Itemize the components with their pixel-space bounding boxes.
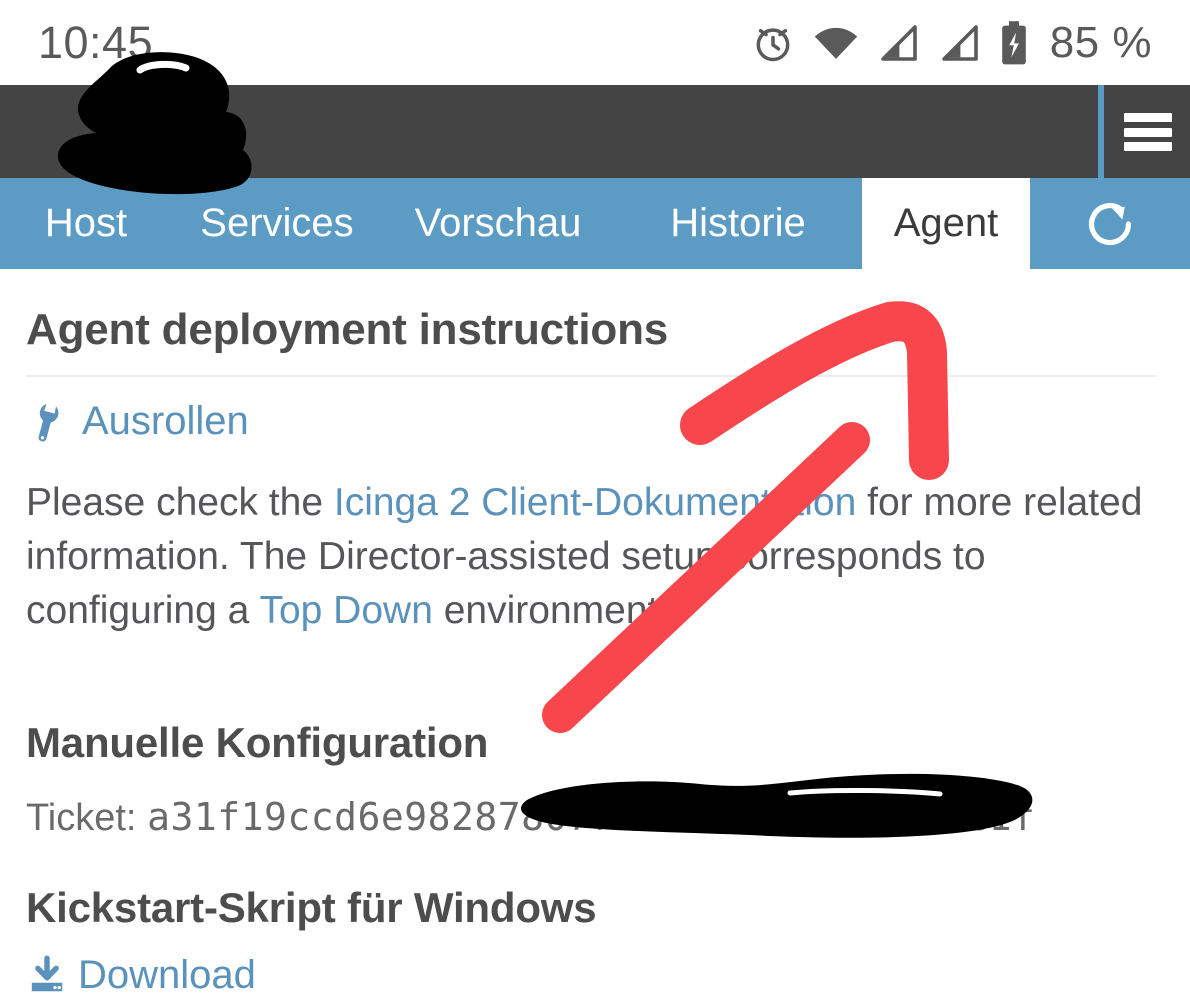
paragraph-text-3: environment. <box>432 589 670 632</box>
tab-host[interactable]: Host <box>0 178 172 269</box>
tab-vorschau[interactable]: Vorschau <box>382 178 614 269</box>
ticket-row: Ticket: a31f19ccd6e98287807707463b2d5e1f… <box>26 795 1164 840</box>
wifi-icon <box>812 21 860 65</box>
signal-sim1-icon <box>877 21 921 65</box>
instructions-paragraph: Please check the Icinga 2 Client-Dokumen… <box>26 476 1146 638</box>
wrench-icon <box>26 400 68 442</box>
title-divider <box>26 375 1156 377</box>
refresh-icon <box>1083 197 1137 251</box>
ticket-value: a31f19ccd6e98287807707463b2d5e1f9a4c1f <box>147 795 1036 839</box>
alarm-icon <box>751 21 795 65</box>
tab-historie[interactable]: Historie <box>614 178 862 269</box>
download-action-row[interactable]: Download <box>26 954 1164 996</box>
download-link-label[interactable]: Download <box>78 955 256 995</box>
battery-percent-label: 85 % <box>1049 17 1152 67</box>
ticket-label: Ticket: <box>26 797 148 839</box>
app-header-bar <box>0 85 1190 178</box>
icinga-docs-link[interactable]: Icinga 2 Client-Dokumentation <box>334 481 856 524</box>
status-bar: 10:45 85 % <box>0 0 1190 85</box>
tab-bar: Host Services Vorschau Historie Agent <box>0 178 1190 269</box>
manual-config-heading: Manuelle Konfiguration <box>26 719 489 766</box>
page-title: Agent deployment instructions <box>26 305 669 354</box>
page-content: Agent deployment instructions Ausrollen … <box>0 269 1190 1000</box>
kickstart-heading: Kickstart-Skript für Windows <box>26 884 597 931</box>
status-clock: 10:45 <box>38 16 154 68</box>
battery-charging-icon <box>999 20 1029 66</box>
paragraph-text-1: Please check the <box>26 481 334 524</box>
phone-screen: 10:45 85 % Host Services Vorschau Histor… <box>0 0 1190 1000</box>
deploy-action-row[interactable]: Ausrollen <box>26 400 1164 442</box>
header-divider <box>1098 85 1104 178</box>
status-icon-tray: 85 % <box>751 18 1152 68</box>
download-icon <box>26 954 68 996</box>
tab-services[interactable]: Services <box>172 178 382 269</box>
tab-agent[interactable]: Agent <box>862 178 1030 269</box>
signal-sim2-icon <box>938 21 982 65</box>
hamburger-menu-icon[interactable] <box>1124 113 1172 151</box>
top-down-link[interactable]: Top Down <box>259 589 432 632</box>
deploy-link-label[interactable]: Ausrollen <box>82 401 249 441</box>
refresh-button[interactable] <box>1030 178 1190 269</box>
